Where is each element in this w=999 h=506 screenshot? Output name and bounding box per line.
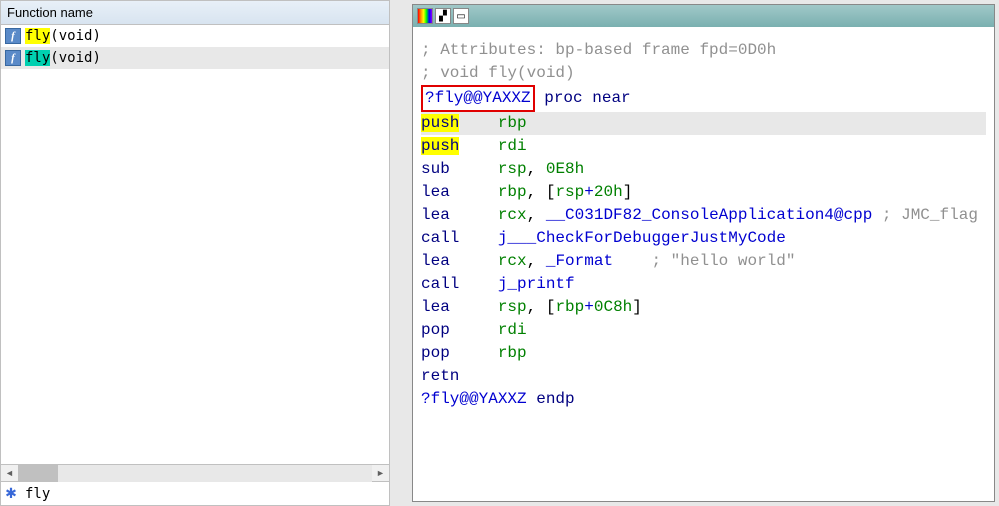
function-row[interactable]: ffly(void)	[1, 25, 389, 47]
window-toolbar: ▞ ▭	[413, 5, 994, 27]
function-signature: (void)	[50, 28, 101, 44]
graph-icon[interactable]: ▞	[435, 8, 451, 24]
splitter[interactable]	[398, 0, 404, 506]
code-line[interactable]: pop rdi	[421, 319, 986, 342]
function-icon: f	[5, 28, 21, 44]
code-line[interactable]: lea rsp, [rbp+0C8h]	[421, 296, 986, 319]
scroll-left-button[interactable]: ◄	[1, 465, 18, 482]
code-line[interactable]: sub rsp, 0E8h	[421, 158, 986, 181]
code-line[interactable]: push rbp	[421, 112, 986, 135]
code-line[interactable]: lea rcx, __C031DF82_ConsoleApplication4@…	[421, 204, 986, 227]
scroll-right-button[interactable]: ►	[372, 465, 389, 482]
function-signature: (void)	[50, 50, 101, 66]
scroll-track[interactable]	[18, 465, 372, 482]
function-list[interactable]: ffly(void)ffly(void)	[1, 25, 389, 464]
code-line[interactable]: call j_printf	[421, 273, 986, 296]
functions-panel: Function name ffly(void)ffly(void) ◄ ► ✱	[0, 0, 390, 506]
scroll-thumb[interactable]	[18, 465, 58, 482]
code-line[interactable]: call j___CheckForDebuggerJustMyCode	[421, 227, 986, 250]
column-header[interactable]: Function name	[1, 1, 389, 25]
filter-icon: ✱	[1, 485, 21, 502]
function-row[interactable]: ffly(void)	[1, 47, 389, 69]
code-line[interactable]: ?fly@@YAXXZ endp	[421, 388, 986, 411]
function-icon: f	[5, 50, 21, 66]
window-icon[interactable]: ▭	[453, 8, 469, 24]
code-line[interactable]: ; void fly(void)	[421, 62, 986, 85]
disassembly-window: ▞ ▭ ; Attributes: bp-based frame fpd=0D0…	[412, 4, 995, 502]
code-area[interactable]: ; Attributes: bp-based frame fpd=0D0h; v…	[413, 27, 994, 501]
function-name-highlight: fly	[25, 50, 50, 66]
code-line[interactable]: ?fly@@YAXXZ proc near	[421, 85, 986, 112]
search-input[interactable]	[21, 484, 389, 504]
code-line[interactable]: push rdi	[421, 135, 986, 158]
code-line[interactable]: lea rcx, _Format ; "hello world"	[421, 250, 986, 273]
colors-icon[interactable]	[417, 8, 433, 24]
code-line[interactable]: pop rbp	[421, 342, 986, 365]
code-line[interactable]: lea rbp, [rsp+20h]	[421, 181, 986, 204]
disassembly-panel: ▞ ▭ ; Attributes: bp-based frame fpd=0D0…	[412, 0, 999, 506]
search-row: ✱	[1, 481, 389, 505]
function-name-highlight: fly	[25, 28, 50, 44]
horizontal-scrollbar[interactable]: ◄ ►	[1, 464, 389, 481]
code-line[interactable]: retn	[421, 365, 986, 388]
code-line[interactable]: ; Attributes: bp-based frame fpd=0D0h	[421, 39, 986, 62]
